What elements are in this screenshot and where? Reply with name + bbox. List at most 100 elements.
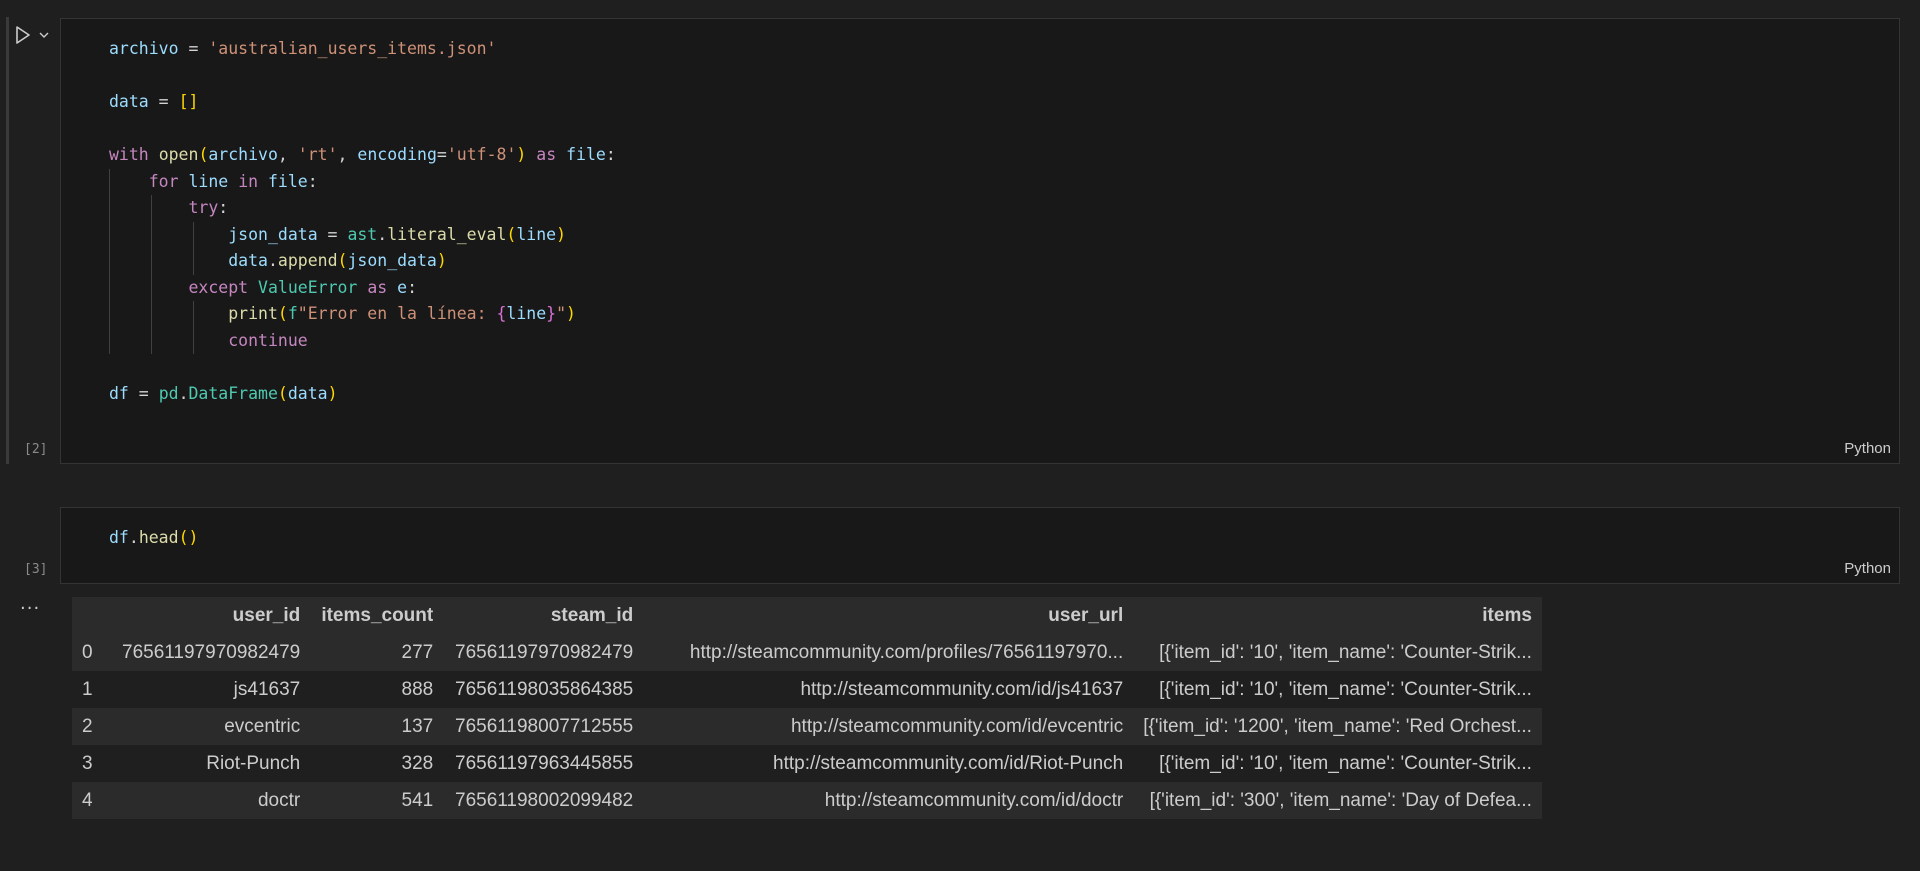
cell-user-id: doctr [257,789,301,811]
row-index: 1 [82,678,93,700]
table-row: 4 doctr 541 76561198002099482 http://steamco… [72,782,1542,819]
cell-user-id: 76561197970982479 [122,641,301,663]
code-cell-editor[interactable]: df.head() Python [60,507,1900,584]
code-token: line [506,304,547,323]
code-token: encoding [357,145,437,164]
cell-language-label[interactable]: Python [1844,560,1891,577]
code-token: : [218,198,229,217]
code-token: line [188,171,229,191]
code-line: except ValueError as e: [109,274,616,301]
execution-count: [3] [24,562,48,577]
code-token: " [556,304,567,323]
column-header-steam-id: steam_id [443,597,644,634]
code-line: print(f"Error en la línea: {line}") [109,301,616,328]
code-token: ) [516,145,527,164]
execution-count: [2] [24,442,48,457]
code-token: = [317,224,348,244]
code-token: . [128,528,139,547]
code-token: = [436,145,447,164]
code-token: DataFrame [188,383,278,403]
indent-guide [109,327,110,354]
cell-user-url: http://steamcommunity.com/profiles/76561… [689,641,1124,663]
code-token: append [277,251,338,270]
code-token: . [267,251,278,270]
code-line: with open(archivo, 'rt', encoding='utf-8… [109,142,616,169]
row-index: 2 [82,715,93,737]
code-token: . [377,224,388,244]
code-token: archivo [208,145,278,164]
code-token: ( [277,304,288,323]
code-token: try [188,198,219,217]
code-token: { [496,304,507,323]
indent-guide [193,301,194,328]
code-token: line [516,224,557,244]
indent-guide [109,168,110,195]
cell-language-label[interactable]: Python [1844,440,1891,457]
cell-focus-indicator [6,17,9,464]
code-token: , [337,145,358,164]
code-token: df [109,528,129,547]
code-text[interactable]: df.head() [109,525,198,552]
code-token: f [287,304,298,323]
code-token: = [128,383,159,403]
code-line: df = pd.DataFrame(data) [109,381,616,408]
code-text[interactable]: archivo = 'australian_users_items.json' … [109,36,616,407]
code-line: for line in file: [109,168,616,195]
column-header-index [72,597,112,634]
code-token: print [228,304,278,323]
indent-guide [151,195,152,222]
code-token: 'australian_users_items.json' [208,39,497,58]
cell-steam-id: 76561198035864385 [455,678,634,700]
indent-guide [151,327,152,354]
cell-steam-id: 76561197970982479 [455,641,634,663]
cell-items-count: 328 [401,752,434,774]
cell-run-controls [14,24,50,46]
indent-guide [109,248,110,275]
code-token: ) [327,383,338,403]
indent-guide [109,301,110,328]
cell-steam-id: 76561198007712555 [455,715,634,737]
cell-user-url: http://steamcommunity.com/id/doctr [824,789,1124,811]
code-token: literal_eval [387,224,507,244]
code-token: head [138,528,179,547]
indent-guide [151,221,152,248]
output-more-actions-button[interactable]: ... [20,595,40,613]
cell-items-count: 541 [401,789,434,811]
code-token: = [148,92,179,111]
column-header-user-id: user_id [112,597,311,634]
code-token: as [367,277,388,297]
column-header-user-url: user_url [643,597,1134,634]
code-token: "Error en la línea: [297,304,497,323]
code-token: as [536,145,557,164]
table-row: 0 76561197970982479 277 76561197970982479 ht… [72,634,1542,671]
cell-user-url: http://steamcommunity.com/id/evcentric [790,715,1124,737]
code-token: df [109,383,129,403]
code-token: data [109,92,149,111]
code-token: : [307,171,318,191]
code-token: ) [566,304,576,323]
table-row: 3 Riot-Punch 328 76561197963445855 http://st… [72,745,1542,782]
cell-user-url: http://steamcommunity.com/id/Riot-Punch [773,752,1124,774]
dataframe-output-table: user_id items_count steam_id user_url it… [72,597,1542,819]
code-token: : [605,145,616,164]
code-token: data [287,383,328,403]
row-index: 0 [82,641,93,663]
run-cell-icon[interactable] [14,25,32,45]
code-token: json_data [228,224,318,244]
code-cell-editor[interactable]: archivo = 'australian_users_items.json' … [60,18,1900,464]
code-token: [] [178,92,199,111]
code-token: json_data [347,251,437,270]
code-token: ( [277,383,288,403]
chevron-down-icon[interactable] [38,30,50,40]
